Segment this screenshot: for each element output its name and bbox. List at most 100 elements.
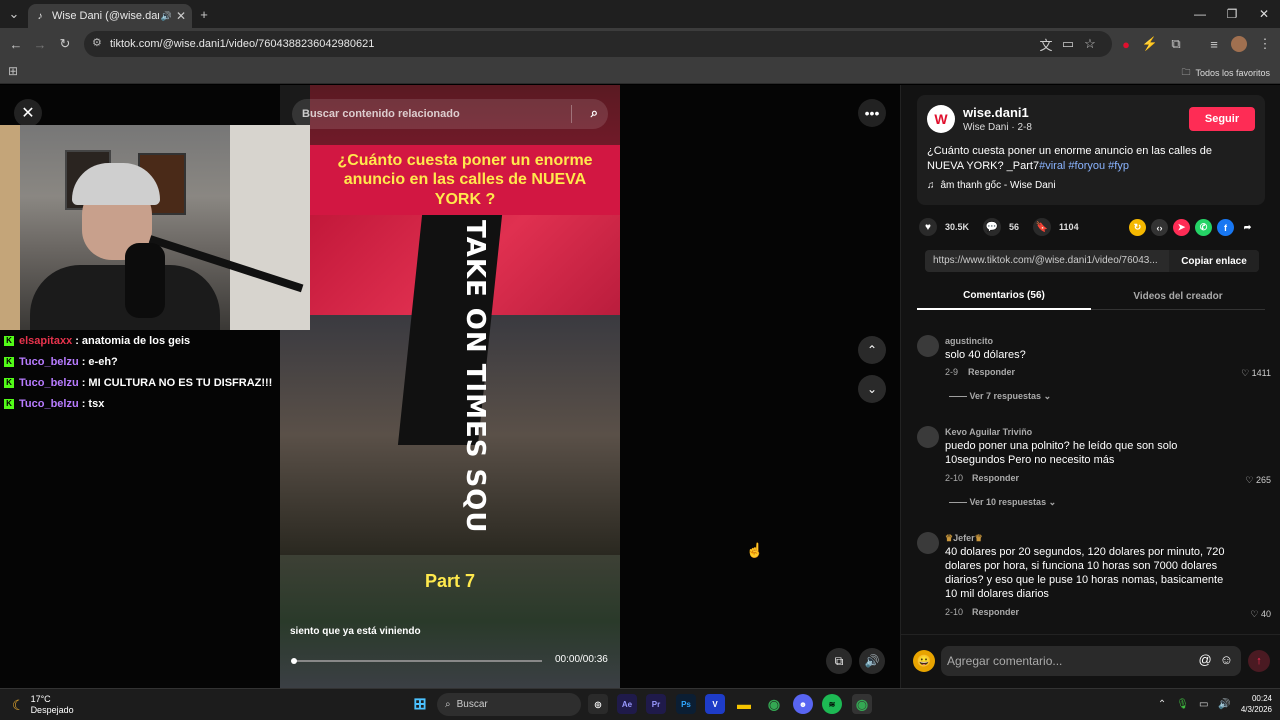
after-effects-icon[interactable]: Ae	[617, 694, 637, 714]
creator-avatar[interactable]: W	[927, 105, 955, 133]
discord-icon[interactable]: ☻	[793, 694, 813, 714]
tray-overflow-icon[interactable]: ⌃	[1158, 699, 1166, 710]
profile-avatar-icon[interactable]	[1229, 34, 1249, 54]
back-icon[interactable]: ←	[6, 34, 26, 54]
share-arrow-icon[interactable]: ➦	[1239, 219, 1256, 236]
tiktok-page: TAKE ON TIMES SQU ¿Cuánto cuesta poner u…	[0, 85, 1280, 688]
display-icon[interactable]: ▭	[1199, 699, 1208, 710]
chrome-active-icon[interactable]: ◉	[852, 694, 872, 714]
whatsapp-icon[interactable]: ✆	[1195, 219, 1212, 236]
comment-avatar[interactable]	[917, 335, 939, 357]
weather-text: 17°C Despejado	[31, 694, 74, 716]
reply-button[interactable]: Responder	[972, 607, 1019, 617]
kick-badge-icon: K	[4, 356, 14, 367]
like-icon[interactable]: ♥	[919, 218, 937, 236]
minimize-button[interactable]: —	[1185, 4, 1215, 24]
volume-button[interactable]: 🔊	[859, 648, 885, 674]
close-window-button[interactable]: ✕	[1249, 4, 1279, 24]
tab-creator-videos[interactable]: Videos del creador	[1091, 282, 1265, 310]
reply-button[interactable]: Responder	[972, 473, 1019, 483]
webcam-wall	[230, 125, 310, 330]
comment-icon[interactable]: 💬	[983, 218, 1002, 236]
system-clock[interactable]: 00:24 4/3/2026	[1241, 693, 1272, 715]
comment-user[interactable]: ♛Jefer♛	[945, 533, 983, 544]
comment-input[interactable]: Agregar comentario... @ ☺	[941, 646, 1241, 676]
previous-video-button[interactable]: ⌃	[858, 336, 886, 364]
translate-icon[interactable]: 文	[1036, 34, 1056, 54]
facebook-icon[interactable]: f	[1217, 219, 1234, 236]
comment-likes[interactable]: ♡ 265	[1245, 475, 1271, 486]
comment-avatar[interactable]	[917, 532, 939, 554]
chrome-icon[interactable]: ◉	[764, 694, 784, 714]
new-tab-icon[interactable]: +	[194, 4, 214, 24]
repost-icon[interactable]: ↻	[1129, 219, 1146, 236]
tab-comments[interactable]: Comentarios (56)	[917, 282, 1091, 310]
more-options-button[interactable]: •••	[858, 99, 886, 127]
bookmark-icon[interactable]: 🔖	[1033, 218, 1052, 236]
all-bookmarks-folder[interactable]: 🗀 Todos los favoritos	[1181, 65, 1270, 81]
video-progress-handle[interactable]	[291, 658, 297, 664]
site-info-icon[interactable]: ⚙	[92, 36, 102, 49]
arrow-up-icon: ↑	[1256, 655, 1262, 667]
file-explorer-icon[interactable]: ▬	[734, 694, 754, 714]
send-icon[interactable]: ➤	[1173, 219, 1190, 236]
tab-close-icon[interactable]: ✕	[176, 9, 186, 23]
emoji-icon[interactable]: ☺	[1220, 652, 1233, 667]
floating-player-button[interactable]: ⧉	[826, 648, 852, 674]
video-player[interactable]: TAKE ON TIMES SQU ¿Cuánto cuesta poner u…	[280, 85, 620, 688]
vegas-icon[interactable]: V	[705, 694, 725, 714]
embed-icon[interactable]: ‹›	[1151, 219, 1168, 236]
taskbar-search[interactable]: ⌕ Buscar	[437, 693, 581, 716]
comment-likes[interactable]: ♡ 40	[1250, 609, 1271, 620]
photoshop-icon[interactable]: Ps	[676, 694, 696, 714]
bookmark-star-icon[interactable]: ☆	[1080, 34, 1100, 54]
volume-tray-icon[interactable]: 🔊	[1218, 699, 1230, 710]
video-overlay-title: ¿Cuánto cuesta poner un enorme anuncio e…	[310, 145, 620, 215]
related-search-input[interactable]: Buscar contenido relacionado ⌕	[292, 99, 608, 129]
share-link-url[interactable]: https://www.tiktok.com/@wise.dani1/video…	[933, 255, 1169, 266]
reply-button[interactable]: Responder	[968, 367, 1015, 377]
weather-widget[interactable]: ☾ 17°C Despejado	[12, 694, 74, 716]
cast-icon[interactable]: ▭	[1058, 34, 1078, 54]
mention-icon[interactable]: @	[1199, 652, 1212, 667]
tab-list-icon[interactable]: ⌄	[4, 4, 24, 24]
all-bookmarks-label: Todos los favoritos	[1195, 68, 1270, 78]
creator-username[interactable]: wise.dani1	[963, 105, 1029, 120]
music-info[interactable]: ♫ âm thanh gốc - Wise Dani	[927, 180, 1056, 191]
reading-list-icon[interactable]: ≡	[1204, 34, 1224, 54]
comment-likes[interactable]: ♡ 1411	[1241, 368, 1271, 379]
extension-red-icon[interactable]: ●	[1116, 34, 1136, 54]
copy-link-button[interactable]: Copiar enlace	[1169, 250, 1259, 272]
system-tray: ⌃ 🎙 ▭ 🔊 00:24 4/3/2026	[1158, 693, 1272, 715]
apps-grid-icon[interactable]: ⊞	[8, 64, 18, 78]
copilot-icon[interactable]: ◎	[588, 694, 608, 714]
heart-outline-icon: ♡	[1241, 368, 1252, 378]
video-progress-bar[interactable]	[292, 660, 542, 662]
browser-tab[interactable]: ♪ Wise Dani (@wise.dani1) | TikT 🔊 ✕	[28, 4, 192, 28]
spotify-icon[interactable]: ≋	[822, 694, 842, 714]
restore-button[interactable]: ❐	[1217, 4, 1247, 24]
comment-user[interactable]: agustincito	[945, 336, 993, 346]
crown-icon: ♛	[945, 533, 954, 543]
search-icon[interactable]: ⌕	[591, 105, 598, 121]
hashtags[interactable]: #viral #foryou #fyp	[1039, 160, 1129, 172]
windows-start-icon[interactable]: ⊞	[410, 694, 430, 714]
comment-text: solo 40 dólares?	[945, 349, 1026, 361]
comment-avatar[interactable]	[917, 426, 939, 448]
follow-button[interactable]: Seguir	[1189, 107, 1255, 131]
comment-user[interactable]: Kevo Aguilar Triviño	[945, 427, 1032, 437]
close-video-button[interactable]: ✕	[14, 99, 42, 127]
view-replies-button[interactable]: —— Ver 10 respuestas ⌄	[949, 497, 1056, 508]
address-bar[interactable]: ⚙ tiktok.com/@wise.dani1/video/760438823…	[84, 31, 1112, 57]
premiere-icon[interactable]: Pr	[646, 694, 666, 714]
menu-kebab-icon[interactable]: ⋮	[1255, 34, 1275, 54]
next-video-button[interactable]: ⌄	[858, 375, 886, 403]
reload-icon[interactable]: ↻	[55, 34, 75, 54]
forward-icon[interactable]: →	[30, 34, 50, 54]
microphone-icon[interactable]: 🎙	[1176, 699, 1189, 710]
post-comment-button[interactable]: ↑	[1248, 650, 1270, 672]
extensions-puzzle-icon[interactable]: ⧉	[1166, 34, 1186, 54]
speaker-icon[interactable]: 🔊	[161, 11, 172, 22]
view-replies-button[interactable]: —— Ver 7 respuestas ⌄	[949, 391, 1051, 402]
extension-blue-icon[interactable]: ⚡	[1140, 34, 1160, 54]
